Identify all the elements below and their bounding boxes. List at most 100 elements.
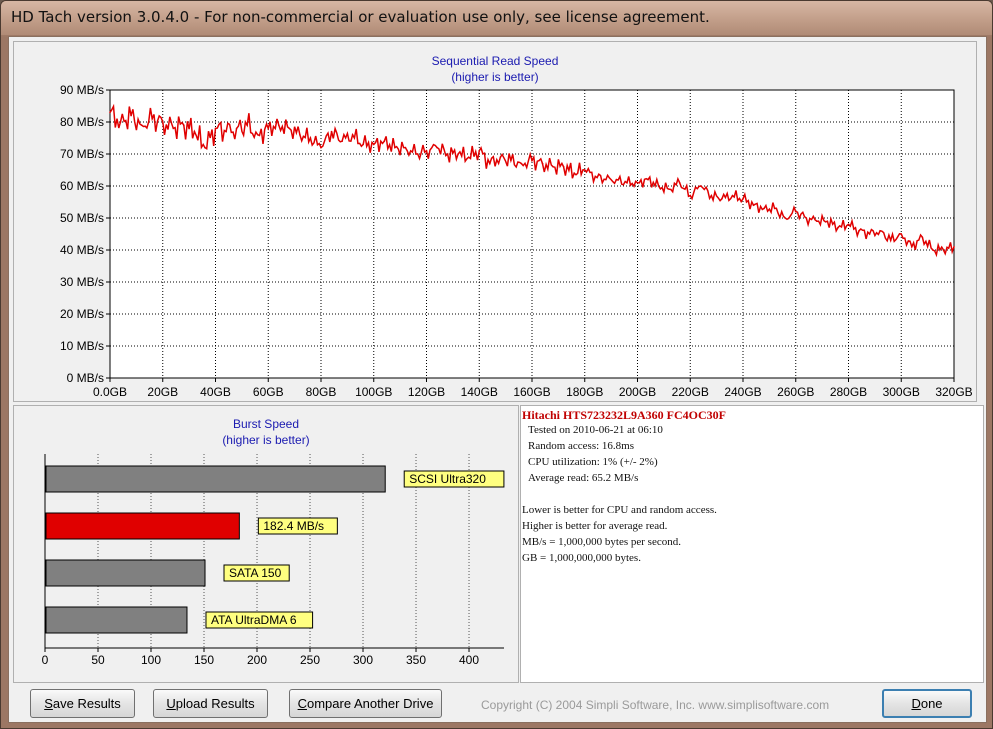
read-speed-point <box>552 166 554 168</box>
read-speed-point <box>320 146 322 149</box>
read-speed-point <box>932 249 934 251</box>
burst-speed-panel: Burst Speed (higher is better) 0 50 100 150… <box>13 405 519 683</box>
burst-bar-label: SATA 150 <box>229 566 282 580</box>
cpu-utilization: CPU utilization: 1% (+/- 2%) <box>528 456 658 468</box>
x-tick-label: 140GB <box>461 385 498 399</box>
read-speed-point <box>225 130 227 133</box>
read-speed-point <box>341 140 343 142</box>
read-speed-point <box>921 236 924 238</box>
read-speed-point <box>214 127 217 130</box>
sequential-read-panel: Sequential Read Speed (higher is better)… <box>13 41 977 402</box>
read-speed-point <box>330 130 333 133</box>
read-speed-point <box>404 146 407 149</box>
burst-x-tick-label: 200 <box>247 653 267 667</box>
burst-x-tick-label: 250 <box>300 653 320 667</box>
read-speed-point <box>573 172 575 174</box>
read-speed-point <box>942 249 945 251</box>
done-button[interactable]: Done <box>882 689 972 718</box>
read-speed-point <box>278 124 280 126</box>
read-speed-point <box>415 153 417 155</box>
read-speed-point <box>847 223 850 226</box>
read-speed-point <box>489 162 491 165</box>
upload-results-button[interactable]: Upload Results <box>153 689 268 718</box>
burst-bar <box>45 606 188 634</box>
read-speed-point <box>309 137 312 139</box>
x-tick-label: 240GB <box>724 385 761 399</box>
read-speed-point <box>700 185 702 187</box>
x-tick-label: 220GB <box>672 385 709 399</box>
x-tick-label: 300GB <box>883 385 920 399</box>
tested-on: Tested on 2010-06-21 at 06:10 <box>528 424 663 436</box>
read-speed-point <box>235 127 238 130</box>
read-speed-point <box>256 134 259 136</box>
x-tick-label: 100GB <box>355 385 392 399</box>
drive-name: Hitachi HTS723232L9A360 FC4OC30F <box>522 408 727 422</box>
read-speed-point <box>794 210 797 213</box>
x-tick-label: 200GB <box>619 385 656 399</box>
note-higher-better: Higher is better for average read. <box>522 520 668 532</box>
read-speed-point <box>119 121 122 123</box>
burst-bar <box>45 559 206 587</box>
read-speed-point <box>394 146 396 149</box>
burst-x-tick-label: 400 <box>459 653 479 667</box>
x-tick-label: 320GB <box>935 385 972 399</box>
title-bar[interactable]: HD Tach version 3.0.4.0 - For non-commer… <box>1 1 992 35</box>
read-speed-point <box>816 220 818 222</box>
read-speed-point <box>668 188 670 190</box>
burst-x-tick-label: 50 <box>91 653 105 667</box>
read-speed-point <box>467 156 470 158</box>
read-speed-point <box>826 220 829 222</box>
read-speed-point <box>109 111 111 114</box>
burst-bar-label: ATA UltraDMA 6 <box>211 613 297 627</box>
read-speed-point <box>594 175 597 178</box>
burst-bar-label: 182.4 MB/s <box>263 519 324 533</box>
burst-bar <box>45 465 386 493</box>
y-tick-label: 70 MB/s <box>60 147 104 161</box>
read-speed-point <box>953 246 955 248</box>
y-tick-label: 10 MB/s <box>60 339 104 353</box>
read-speed-point <box>446 153 449 155</box>
read-speed-point <box>362 143 365 146</box>
note-lower-better: Lower is better for CPU and random acces… <box>522 504 717 516</box>
read-speed-point <box>784 217 786 219</box>
x-tick-label: 160GB <box>513 385 550 399</box>
read-speed-point <box>911 246 913 248</box>
y-tick-label: 50 MB/s <box>60 211 104 225</box>
read-speed-point <box>837 226 839 229</box>
y-tick-label: 60 MB/s <box>60 179 104 193</box>
read-speed-point <box>130 114 132 117</box>
random-access: Random access: 16.8ms <box>528 440 635 452</box>
read-speed-point <box>531 159 533 162</box>
read-speed-point <box>710 194 713 197</box>
read-speed-point <box>436 146 438 149</box>
read-speed-point <box>647 178 649 181</box>
read-speed-point <box>204 146 206 149</box>
read-speed-point <box>299 134 301 136</box>
compare-another-drive-button[interactable]: Compare Another Drive <box>289 689 442 718</box>
read-speed-point <box>562 166 565 168</box>
app-window: HD Tach version 3.0.4.0 - For non-commer… <box>0 0 993 729</box>
read-speed-point <box>752 204 755 206</box>
read-speed-point <box>372 143 375 146</box>
read-speed-point <box>246 124 248 126</box>
burst-bar <box>45 512 240 540</box>
read-speed-point <box>161 121 164 123</box>
read-speed-point <box>657 185 660 187</box>
y-tick-label: 0 MB/s <box>67 371 104 385</box>
read-speed-point <box>889 239 892 242</box>
y-tick-label: 40 MB/s <box>60 243 104 257</box>
read-speed-point <box>763 207 765 210</box>
save-results-button[interactable]: Save Results <box>30 689 135 718</box>
burst-x-tick-label: 0 <box>42 653 49 667</box>
note-gb-definition: GB = 1,000,000,000 bytes. <box>522 552 641 564</box>
read-speed-point <box>425 150 428 152</box>
burst-x-tick-label: 300 <box>353 653 373 667</box>
y-tick-label: 30 MB/s <box>60 275 104 289</box>
x-tick-label: 20GB <box>147 385 178 399</box>
read-speed-point <box>510 159 512 162</box>
burst-speed-chart: 0 50 100 150 200 250 300 350 400 SCSI Ultra320 182… <box>42 454 505 667</box>
note-mbps-definition: MB/s = 1,000,000 bytes per second. <box>522 536 681 548</box>
read-speed-point <box>742 198 744 200</box>
x-tick-label: 0.0GB <box>93 385 127 399</box>
read-speed-point <box>457 153 459 155</box>
